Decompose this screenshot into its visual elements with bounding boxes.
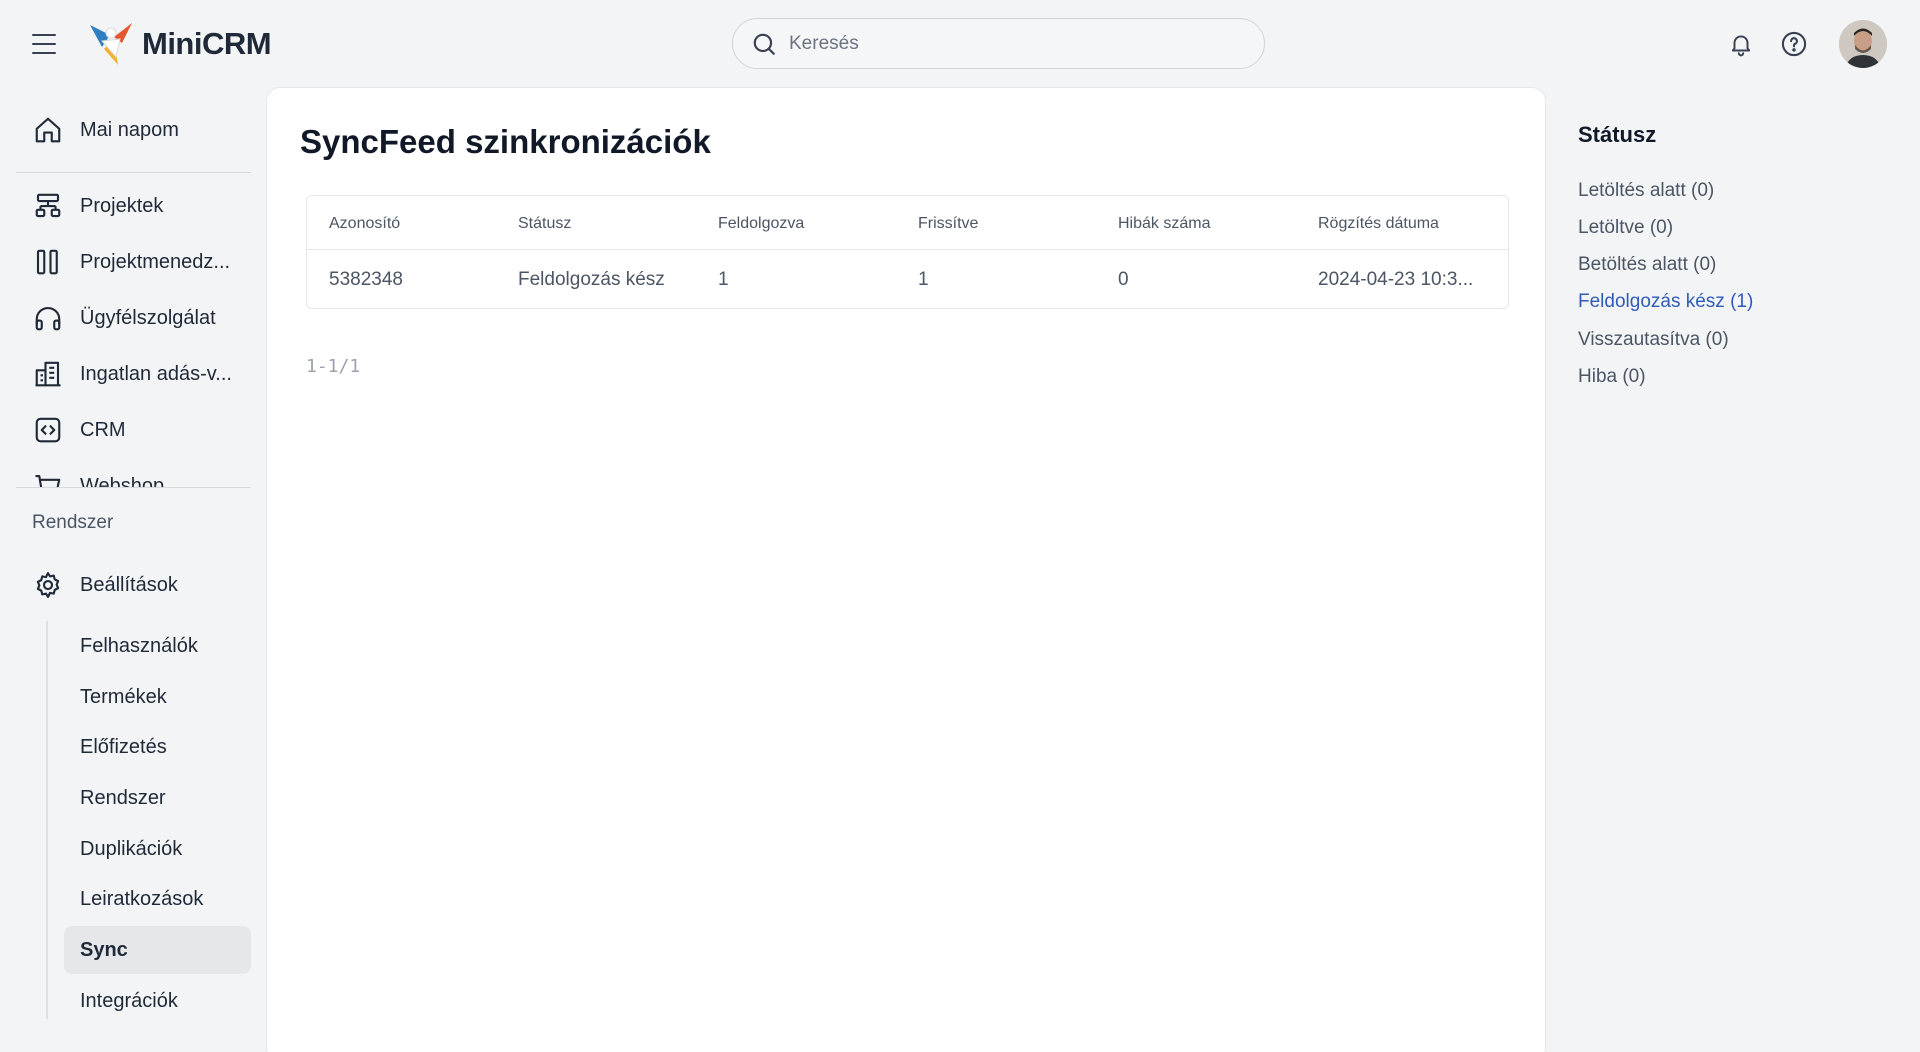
gear-icon bbox=[32, 569, 64, 601]
submenu-item-integraciok[interactable]: Integrációk bbox=[64, 977, 251, 1025]
table-cell: 1 bbox=[718, 269, 729, 290]
home-icon bbox=[32, 114, 64, 146]
sidebar-item-label: Projektmenedz... bbox=[80, 250, 231, 273]
sidebar-item-label: Webshop bbox=[80, 474, 165, 489]
app-logo[interactable]: MiniCRM bbox=[88, 20, 272, 68]
sidebar-item-ugyfelszolgalat[interactable]: Ügyfélszolgálat bbox=[16, 294, 251, 342]
table-row[interactable]: 5382348 Feldolgozás kész 1 1 0 2024-04-2… bbox=[307, 250, 1508, 309]
column-header-rogzites-datuma[interactable]: Rögzítés dátuma bbox=[1318, 215, 1498, 233]
table-cell: Feldolgozás kész bbox=[518, 269, 665, 290]
hierarchy-icon bbox=[32, 190, 64, 222]
sidebar: Mai napom Projektek Projektmenedz... Ügy… bbox=[0, 88, 266, 1052]
sidebar-item-label: Ügyfélszolgálat bbox=[80, 306, 216, 329]
headphones-icon bbox=[32, 302, 64, 334]
status-filter-feldolgozas-kesz[interactable]: Feldolgozás kész (1) bbox=[1578, 291, 1753, 313]
help-icon[interactable] bbox=[1776, 26, 1812, 62]
sync-table: Azonosító Státusz Feldolgozva Frissítve … bbox=[306, 195, 1509, 309]
sidebar-item-crm[interactable]: CRM bbox=[16, 406, 251, 454]
column-header-frissitve[interactable]: Frissítve bbox=[918, 215, 1098, 233]
minicrm-logo-icon bbox=[90, 23, 132, 65]
column-header-azonosito[interactable]: Azonosító bbox=[329, 215, 499, 233]
sidebar-divider bbox=[16, 487, 251, 488]
section-label-rendszer: Rendszer bbox=[32, 512, 114, 533]
sidebar-item-mai-napom[interactable]: Mai napom bbox=[16, 106, 251, 154]
sidebar-item-ingatlan[interactable]: Ingatlan adás-v... bbox=[16, 350, 251, 398]
sidebar-item-label: CRM bbox=[80, 418, 126, 441]
sidebar-item-label: Ingatlan adás-v... bbox=[80, 362, 232, 385]
status-filter-letoltes-alatt[interactable]: Letöltés alatt (0) bbox=[1578, 180, 1714, 202]
notification-bell-icon[interactable] bbox=[1723, 26, 1759, 62]
status-panel-title: Státusz bbox=[1578, 122, 1657, 147]
column-header-statusz[interactable]: Státusz bbox=[518, 215, 698, 233]
top-bar: MiniCRM bbox=[0, 0, 1920, 88]
app-name: MiniCRM bbox=[142, 26, 272, 61]
status-filter-visszautasitva[interactable]: Visszautasítva (0) bbox=[1578, 329, 1729, 351]
submenu-item-duplikaciok[interactable]: Duplikációk bbox=[64, 825, 251, 873]
table-cell: 2024-04-23 10:3... bbox=[1318, 269, 1474, 290]
submenu-line bbox=[46, 621, 48, 1019]
table-cell: 1 bbox=[918, 269, 929, 290]
pagination-info: 1-1/1 bbox=[306, 356, 361, 377]
main-content: SyncFeed szinkronizációk Azonosító Státu… bbox=[266, 87, 1546, 1052]
submenu-item-termekek[interactable]: Termékek bbox=[64, 673, 251, 721]
code-box-icon bbox=[32, 414, 64, 446]
submenu-item-felhasznalok[interactable]: Felhasználók bbox=[64, 622, 251, 670]
sidebar-nav-scroll[interactable]: Mai napom Projektek Projektmenedz... Ügy… bbox=[16, 88, 251, 488]
table-cell: 0 bbox=[1118, 269, 1129, 290]
submenu-item-rendszer[interactable]: Rendszer bbox=[64, 774, 251, 822]
menu-icon[interactable] bbox=[30, 31, 58, 57]
table-header: Azonosító Státusz Feldolgozva Frissítve … bbox=[307, 196, 1508, 250]
search-icon bbox=[753, 33, 775, 55]
column-header-feldolgozva[interactable]: Feldolgozva bbox=[718, 215, 898, 233]
sidebar-divider bbox=[16, 172, 251, 173]
building-icon bbox=[32, 358, 64, 390]
status-filter-letoltve[interactable]: Letöltve (0) bbox=[1578, 217, 1673, 239]
submenu-item-leiratkozasok[interactable]: Leiratkozások bbox=[64, 875, 251, 923]
sidebar-item-projektmenedzsment[interactable]: Projektmenedz... bbox=[16, 238, 251, 286]
column-header-hibak-szama[interactable]: Hibák száma bbox=[1118, 215, 1298, 233]
sidebar-item-beallitasok[interactable]: Beállítások bbox=[16, 561, 251, 609]
cart-icon bbox=[32, 470, 64, 488]
sidebar-item-label: Beállítások bbox=[80, 573, 178, 596]
table-cell: 5382348 bbox=[329, 269, 403, 290]
search-bar[interactable] bbox=[732, 18, 1265, 69]
status-filter-betoltes-alatt[interactable]: Betöltés alatt (0) bbox=[1578, 254, 1716, 276]
submenu-item-sync[interactable]: Sync bbox=[64, 926, 251, 974]
search-input[interactable] bbox=[789, 32, 1229, 55]
kanban-icon bbox=[32, 246, 64, 278]
sidebar-item-label: Projektek bbox=[80, 194, 164, 217]
sidebar-item-label: Mai napom bbox=[80, 118, 179, 141]
sidebar-item-webshop[interactable]: Webshop bbox=[16, 462, 251, 488]
submenu-item-elofizetes[interactable]: Előfizetés bbox=[64, 723, 251, 771]
page-title: SyncFeed szinkronizációk bbox=[300, 123, 711, 160]
status-filter-hiba[interactable]: Hiba (0) bbox=[1578, 366, 1646, 388]
sidebar-item-projektek[interactable]: Projektek bbox=[16, 182, 251, 230]
user-avatar[interactable] bbox=[1839, 20, 1887, 68]
